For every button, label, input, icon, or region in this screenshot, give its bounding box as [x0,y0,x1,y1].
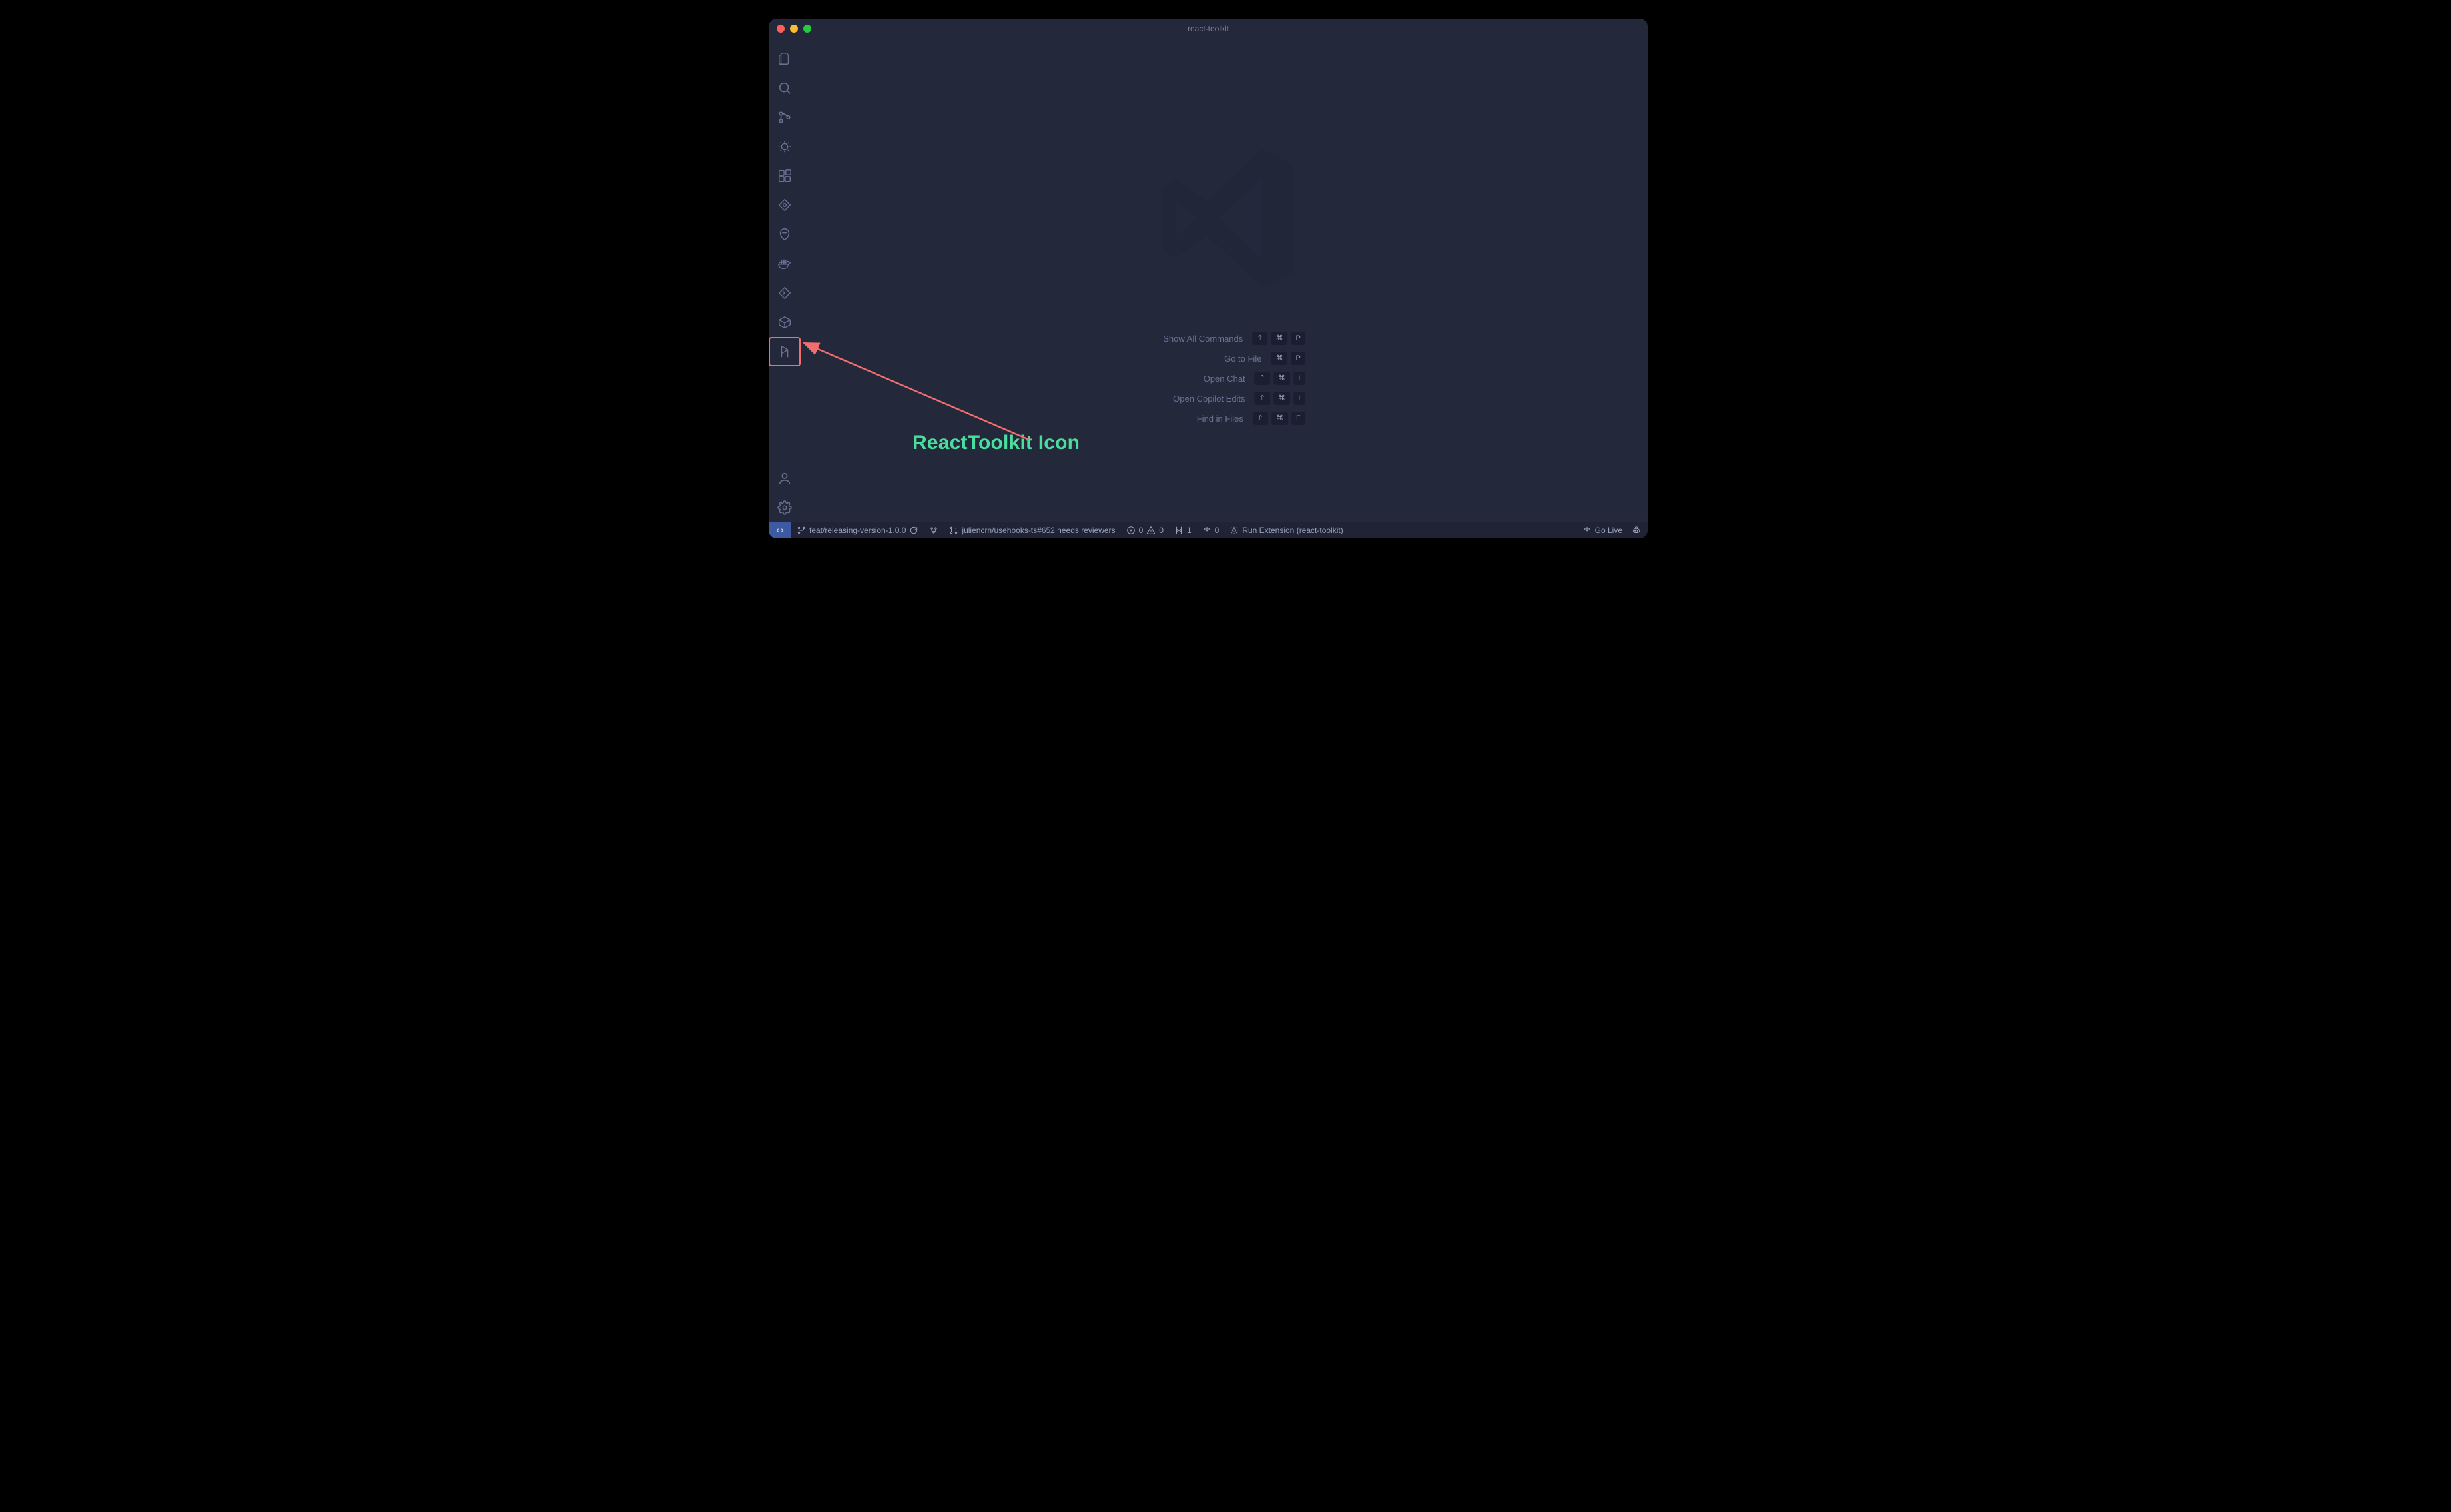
sync-icon [909,526,918,535]
extensions-icon[interactable] [769,161,801,190]
key: P [1291,332,1305,345]
key: ⇧ [1253,412,1268,425]
package-icon[interactable] [769,308,801,337]
key: ⌘ [1273,392,1290,405]
welcome-action: Go to File ⌘ P [1143,352,1305,365]
welcome-action-label: Find in Files [1144,414,1243,424]
status-copilot-icon[interactable] [1632,522,1641,538]
key: ⌘ [1273,372,1290,385]
react-toolkit-icon[interactable] [769,337,801,366]
window-controls [777,25,811,33]
status-run-extension[interactable]: Run Extension (react-toolkit) [1224,522,1348,538]
key: I [1293,392,1305,405]
activity-bar [769,39,801,522]
status-runner-label: Run Extension (react-toolkit) [1242,526,1343,535]
remote-explorer-icon[interactable] [769,278,801,308]
status-go-live[interactable]: Go Live [1582,522,1622,538]
minimize-window-button[interactable] [790,25,798,33]
status-ports[interactable]: 0 [1197,522,1225,538]
source-control-icon[interactable] [769,103,801,132]
window-title: react-toolkit [769,24,1648,33]
status-bar: feat/releasing-version-1.0.0 juliencrn/u… [769,522,1648,538]
status-conflicts[interactable]: 1 [1169,522,1197,538]
welcome-shortcuts: Show All Commands ⇧ ⌘ P Go to File ⌘ P [1143,332,1305,425]
welcome-action: Show All Commands ⇧ ⌘ P [1143,332,1305,345]
docker-icon[interactable] [769,249,801,278]
titlebar: react-toolkit [769,19,1648,39]
explorer-icon[interactable] [769,44,801,73]
status-branch-label: feat/releasing-version-1.0.0 [809,526,906,535]
key: ⌘ [1271,412,1288,425]
key: ⌘ [1271,332,1287,345]
status-errors-count: 0 [1139,526,1144,535]
welcome-action: Open Copilot Edits ⇧ ⌘ I [1143,392,1305,405]
status-ports-count: 0 [1215,526,1220,535]
git-graph-icon[interactable] [769,190,801,220]
welcome-action: Open Chat ⌃ ⌘ I [1143,372,1305,385]
settings-icon[interactable] [769,493,801,522]
accounts-icon[interactable] [769,464,801,493]
key: ⌃ [1255,372,1270,385]
status-problems[interactable]: 0 0 [1121,522,1169,538]
welcome-action-label: Show All Commands [1143,334,1243,344]
status-pr-label: juliencrn/usehooks-ts#652 needs reviewer… [962,526,1115,535]
zoom-window-button[interactable] [803,25,811,33]
vscode-logo-watermark [1138,132,1311,308]
search-icon[interactable] [769,73,801,103]
vscode-window: react-toolkit [769,19,1648,538]
key: P [1291,352,1305,365]
key: ⇧ [1255,392,1270,405]
remote-indicator[interactable] [769,522,791,538]
status-go-live-label: Go Live [1595,526,1622,535]
welcome-action-label: Open Copilot Edits [1146,394,1245,404]
close-window-button[interactable] [777,25,785,33]
key: ⇧ [1252,332,1267,345]
status-pr[interactable]: juliencrn/usehooks-ts#652 needs reviewer… [944,522,1120,538]
welcome-action-label: Open Chat [1146,374,1245,384]
welcome-action-label: Go to File [1162,354,1261,364]
status-branch[interactable]: feat/releasing-version-1.0.0 [791,522,924,538]
status-conflicts-count: 1 [1187,526,1192,535]
key: F [1291,412,1305,425]
annotation-label: ReactToolkit Icon [912,432,1080,454]
run-debug-icon[interactable] [769,132,801,161]
welcome-action: Find in Files ⇧ ⌘ F [1143,412,1305,425]
copilot-icon[interactable] [769,220,801,249]
status-gitlens[interactable] [924,522,944,538]
status-warnings-count: 0 [1159,526,1164,535]
key: ⌘ [1271,352,1287,365]
key: I [1293,372,1305,385]
